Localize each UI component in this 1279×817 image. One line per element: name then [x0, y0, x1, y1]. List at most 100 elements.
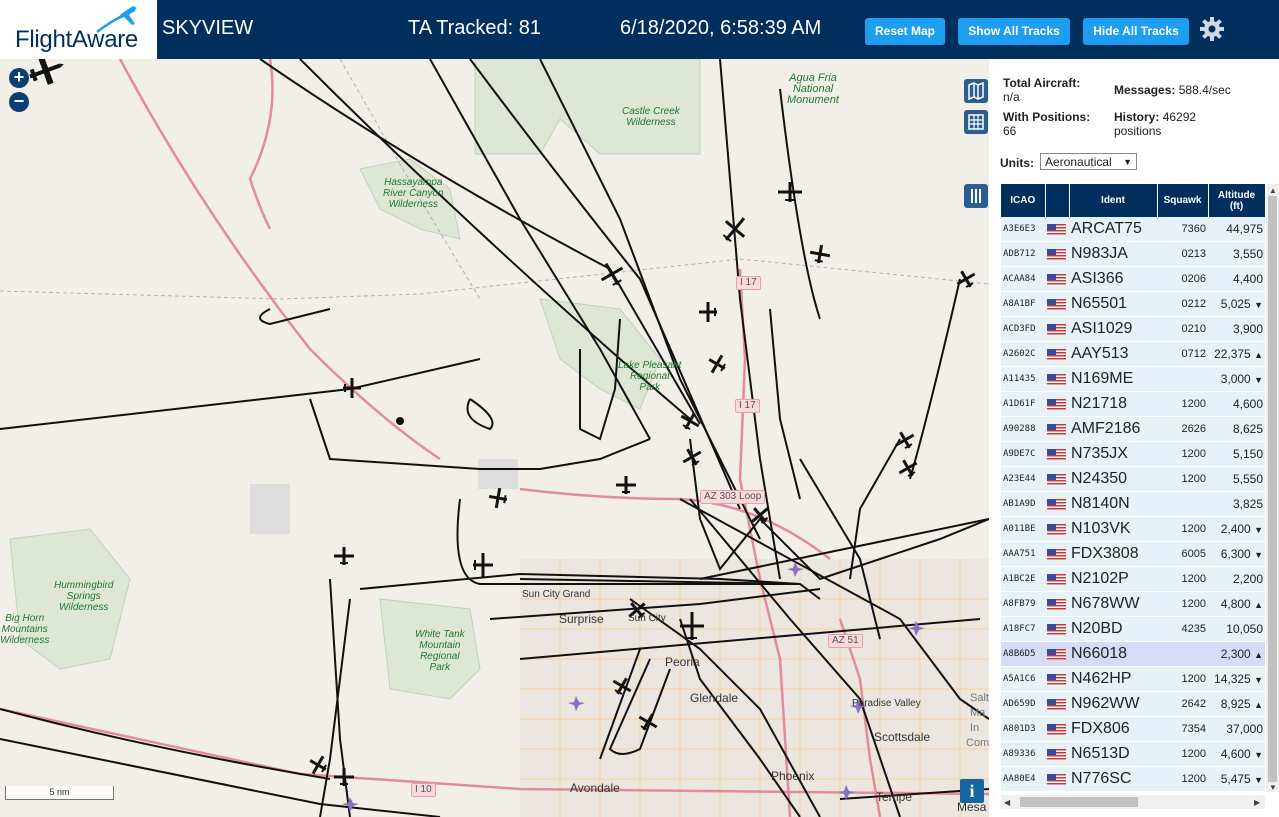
label-scottsdale: Scottsdale — [874, 730, 931, 744]
cell-squawk: 2626 — [1157, 416, 1208, 442]
table-row[interactable]: A1BC2E N2102P 1200 2,200 — [1001, 566, 1265, 592]
cell-squawk: 0212 — [1157, 291, 1208, 317]
col-altitude-header[interactable]: Altitude (ft) — [1208, 184, 1265, 217]
cell-flag — [1045, 491, 1069, 517]
table-row[interactable]: A801D3 FDX806 7354 37,000 — [1001, 716, 1265, 742]
cell-ident: ASI1029 — [1069, 316, 1157, 342]
label-glendale: Glendale — [690, 691, 739, 705]
scroll-down-arrow-icon[interactable]: ▼ — [1269, 783, 1277, 792]
with-positions-label: With Positions: — [1003, 110, 1091, 124]
cell-ident: N20BD — [1069, 616, 1157, 642]
grid-toggle-button[interactable] — [964, 110, 988, 134]
map-icon — [968, 81, 984, 101]
cell-icao: A9DE7C — [1001, 441, 1045, 467]
cell-altitude: 3,900 — [1208, 316, 1265, 342]
zoom-in-button[interactable]: + — [9, 68, 29, 88]
cell-flag — [1045, 566, 1069, 592]
cell-icao: A23E44 — [1001, 466, 1045, 492]
cell-ident: N8140N — [1069, 491, 1157, 517]
scroll-up-arrow-icon[interactable]: ▲ — [1269, 186, 1277, 195]
cell-altitude: 4,600 — [1208, 391, 1265, 417]
table-row[interactable]: A8FB79 N678WW 1200 4,800 ▲ — [1001, 591, 1265, 617]
table-row[interactable]: AAA751 FDX3808 6005 6,300 ▼ — [1001, 541, 1265, 567]
cell-altitude: 5,550 — [1208, 466, 1265, 492]
cell-altitude: 4,600 ▼ — [1208, 741, 1265, 767]
us-flag-icon — [1047, 248, 1066, 260]
table-row[interactable]: A2602C AAY513 0712 22,375 ▲ — [1001, 341, 1265, 367]
cell-ident: N103VK — [1069, 516, 1157, 542]
us-flag-icon — [1047, 698, 1066, 710]
cell-squawk: 4235 — [1157, 616, 1208, 642]
label-sun-city: Sun City — [628, 613, 666, 624]
cell-icao: A89336 — [1001, 741, 1045, 767]
altitude-value: 8,625 — [1232, 422, 1263, 436]
table-vertical-scroll-thumb[interactable] — [1268, 196, 1277, 782]
info-button[interactable]: i — [960, 779, 984, 803]
us-flag-icon — [1047, 623, 1066, 635]
scroll-right-arrow-icon[interactable]: ▶ — [1254, 798, 1260, 807]
altitude-value: 2,400 — [1220, 522, 1251, 536]
table-row[interactable]: A5A1C6 N462HP 1200 14,325 ▼ — [1001, 666, 1265, 692]
label-peoria: Peoria — [665, 655, 700, 669]
cell-flag — [1045, 541, 1069, 567]
table-row[interactable]: A3E6E3 ARCAT75 7360 44,975 — [1001, 217, 1265, 242]
cell-ident: AMF2186 — [1069, 416, 1157, 442]
us-flag-icon — [1047, 473, 1066, 485]
altitude-header-unit: (ft) — [1229, 200, 1244, 212]
table-row[interactable]: A011BE N103VK 1200 2,400 ▼ — [1001, 516, 1265, 542]
road-az303: AZ 303 Loop — [700, 490, 766, 504]
label-salt: Salt — [970, 692, 989, 704]
scroll-left-arrow-icon[interactable]: ◀ — [1004, 798, 1010, 807]
table-row[interactable]: A18FC7 N20BD 4235 10,050 — [1001, 616, 1265, 642]
cell-altitude: 4,400 — [1208, 266, 1265, 292]
reset-map-button[interactable]: Reset Map — [865, 18, 945, 45]
table-row[interactable]: AA80E4 N776SC 1200 5,475 ▼ — [1001, 766, 1265, 792]
map-view[interactable]: Agua Fria National Monument Castle Creek Wi… — [0, 59, 989, 817]
zoom-out-button[interactable]: − — [9, 92, 29, 112]
us-flag-icon — [1047, 373, 1066, 385]
table-row[interactable]: A8A1BF N65501 0212 5,025 ▼ — [1001, 291, 1265, 317]
gear-icon[interactable] — [1199, 16, 1225, 42]
table-row[interactable]: A90288 AMF2186 2626 8,625 — [1001, 416, 1265, 442]
map-layer-button[interactable] — [964, 79, 988, 103]
table-row[interactable]: AD659D N962WW 2642 8,925 ▲ — [1001, 691, 1265, 717]
cell-altitude: 3,550 — [1208, 241, 1265, 267]
table-row[interactable]: AB1A9D N8140N 3,825 — [1001, 491, 1265, 517]
show-all-tracks-button[interactable]: Show All Tracks — [958, 18, 1070, 45]
table-row[interactable]: A23E44 N24350 1200 5,550 — [1001, 466, 1265, 492]
table-row[interactable]: A8B6D5 N66018 2,300 ▲ — [1001, 641, 1265, 667]
table-row[interactable]: ACD3FD ASI1029 0210 3,900 — [1001, 316, 1265, 342]
cell-squawk: 0712 — [1157, 341, 1208, 367]
flightaware-logo[interactable]: FlightAware — [0, 0, 158, 59]
cell-flag — [1045, 766, 1069, 792]
cell-ident: FDX3808 — [1069, 541, 1157, 567]
cell-flag — [1045, 716, 1069, 742]
units-select[interactable]: Aeronautical ▼ — [1040, 153, 1137, 170]
table-horizontal-scroll-thumb[interactable] — [1020, 797, 1138, 807]
label-tempe: Tempe — [876, 790, 913, 804]
col-ident-header[interactable]: Ident — [1069, 184, 1158, 217]
table-row[interactable]: ADB712 N983JA 0213 3,550 — [1001, 241, 1265, 267]
cell-squawk: 1200 — [1157, 766, 1208, 792]
table-row[interactable]: A1D61F N21718 1200 4,600 — [1001, 391, 1265, 417]
altitude-value: 22,375 — [1214, 347, 1251, 361]
altitude-trend-icon: ▼ — [1254, 525, 1263, 535]
hide-all-tracks-button[interactable]: Hide All Tracks — [1083, 18, 1189, 45]
cell-squawk: 1200 — [1157, 591, 1208, 617]
col-squawk-header[interactable]: Squawk — [1157, 184, 1209, 217]
cell-icao: A1BC2E — [1001, 566, 1045, 592]
cell-ident: ASI366 — [1069, 266, 1157, 292]
us-flag-icon — [1047, 323, 1066, 335]
cell-squawk: 0206 — [1157, 266, 1208, 292]
cell-altitude: 22,375 ▲ — [1208, 341, 1265, 367]
table-row[interactable]: A9DE7C N735JX 1200 5,150 — [1001, 441, 1265, 467]
cell-ident: N24350 — [1069, 466, 1157, 492]
col-icao-header[interactable]: ICAO — [1001, 184, 1046, 217]
columns-toggle-button[interactable] — [964, 184, 988, 208]
label-avondale: Avondale — [570, 781, 620, 795]
altitude-trend-icon: ▼ — [1254, 775, 1263, 785]
table-row[interactable]: ACAA84 ASI366 0206 4,400 — [1001, 266, 1265, 292]
aircraft-table-container[interactable]: ICAO Ident Squawk Altitude (ft) A3E6E3 ARC… — [1001, 184, 1265, 792]
table-row[interactable]: A89336 N6513D 1200 4,600 ▼ — [1001, 741, 1265, 767]
table-row[interactable]: A11435 N169ME 3,000 ▼ — [1001, 366, 1265, 392]
